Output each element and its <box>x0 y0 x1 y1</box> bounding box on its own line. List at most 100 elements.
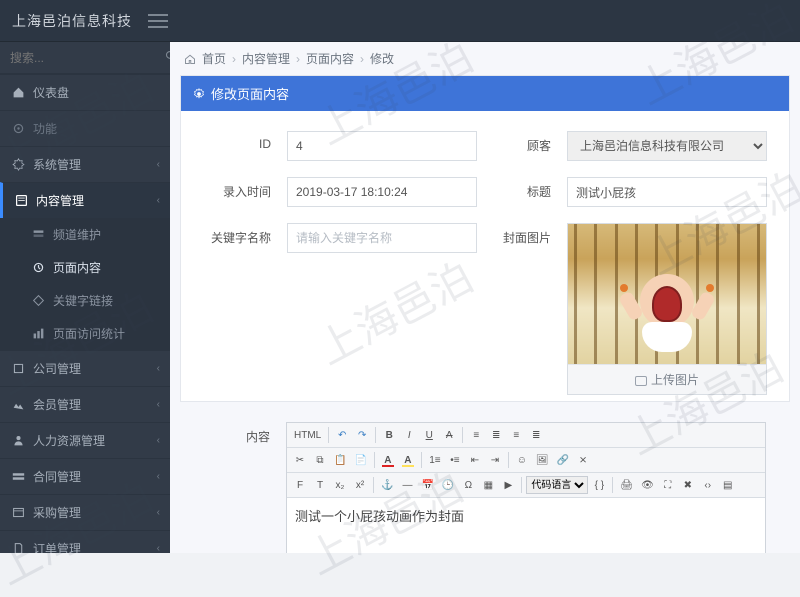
tb-italic[interactable]: I <box>400 426 418 444</box>
tb-preview[interactable]: 👁 <box>638 476 657 494</box>
tb-underline[interactable]: U <box>420 426 438 444</box>
tb-hr[interactable]: — <box>398 476 416 494</box>
tb-char[interactable]: Ω <box>459 476 477 494</box>
tb-copy[interactable]: ⧉ <box>311 451 329 469</box>
tb-html[interactable]: HTML <box>291 426 324 444</box>
tb-codelang[interactable]: 代码语言 <box>526 476 588 494</box>
tb-print[interactable]: 🖨 <box>617 476 636 494</box>
input-time[interactable] <box>287 177 477 207</box>
tb-align-right[interactable]: ≡ <box>507 426 525 444</box>
label-cover: 封面图片 <box>493 223 551 246</box>
tb-image[interactable]: 🖼 <box>533 451 552 469</box>
sidebar-label: 页面访问统计 <box>53 325 125 342</box>
sidebar-subitem-visit[interactable]: 页面访问统计 <box>0 317 170 350</box>
tb-size[interactable]: T <box>311 476 329 494</box>
tb-code[interactable]: { } <box>590 476 608 494</box>
sidebar-label: 页面内容 <box>53 259 101 276</box>
sidebar-item-member[interactable]: 会员管理‹ <box>0 386 170 422</box>
label-id: ID <box>199 131 271 151</box>
sidebar-label: 公司管理 <box>33 360 81 377</box>
tb-date[interactable]: 📅 <box>418 476 436 494</box>
crumb-home[interactable]: 首页 <box>202 50 226 67</box>
tb-sub[interactable]: x₂ <box>331 476 349 494</box>
sidebar-subitem-keyword[interactable]: 关键字链接 <box>0 284 170 317</box>
sidebar-item-features[interactable]: 功能 <box>0 110 170 146</box>
tb-bold[interactable]: B <box>380 426 398 444</box>
label-time: 录入时间 <box>199 177 271 200</box>
chevron-left-icon: ‹ <box>157 543 160 553</box>
input-title[interactable] <box>567 177 767 207</box>
editor-toolbar-2: ✂ ⧉ 📋 📄 A A 1≡ •≡ ⇤ ⇥ ☺ 🖼 🔗 ⨯ <box>287 448 765 473</box>
input-keyword[interactable] <box>287 223 477 253</box>
select-customer[interactable]: 上海邑泊信息科技有限公司 <box>567 131 767 161</box>
tb-backcolor[interactable]: A <box>399 451 417 469</box>
tb-paste[interactable]: 📋 <box>331 451 349 469</box>
tb-font[interactable]: F <box>291 476 309 494</box>
search-input[interactable] <box>10 51 165 65</box>
tb-emoji[interactable]: ☺ <box>513 451 531 469</box>
input-id[interactable] <box>287 131 477 161</box>
tb-table[interactable]: ▦ <box>479 476 497 494</box>
tb-anchor[interactable]: ⚓ <box>378 476 396 494</box>
tb-fullscreen[interactable]: ⛶ <box>659 476 677 494</box>
tb-source[interactable]: ‹› <box>699 476 717 494</box>
crumb-2[interactable]: 页面内容 <box>306 50 354 67</box>
tb-align-left[interactable]: ≡ <box>467 426 485 444</box>
tb-undo[interactable]: ↶ <box>333 426 351 444</box>
upload-button[interactable]: 上传图片 <box>568 364 766 394</box>
sidebar-label: 仪表盘 <box>33 84 69 101</box>
tb-sup[interactable]: x² <box>351 476 369 494</box>
sidebar-label: 功能 <box>33 120 57 137</box>
tb-forecolor[interactable]: A <box>379 451 397 469</box>
tb-indent[interactable]: ⇥ <box>486 451 504 469</box>
editor-toolbar-3: F T x₂ x² ⚓ — 📅 🕒 Ω ▦ ▶ 代码语言 { } 🖨 <box>287 473 765 498</box>
sidebar-subitem-channel[interactable]: 频道维护 <box>0 218 170 251</box>
tb-align-justify[interactable]: ≣ <box>527 426 545 444</box>
editor-textarea[interactable]: 测试一个小屁孩动画作为封面 <box>287 498 765 553</box>
tb-strike[interactable]: A <box>440 426 458 444</box>
sidebar-item-purchase[interactable]: 采购管理‹ <box>0 494 170 530</box>
sidebar-label: 内容管理 <box>36 192 84 209</box>
sidebar-item-contract[interactable]: 合同管理‹ <box>0 458 170 494</box>
chevron-left-icon: ‹ <box>157 363 160 374</box>
tb-media[interactable]: ▶ <box>499 476 517 494</box>
chevron-left-icon: ‹ <box>157 195 160 206</box>
cover-image-box: 上传图片 <box>567 223 767 395</box>
tb-remove-format[interactable]: ✖ <box>679 476 697 494</box>
sidebar-item-company[interactable]: 公司管理 ‹ <box>0 350 170 386</box>
tb-link[interactable]: 🔗 <box>554 451 572 469</box>
sidebar-menu: 仪表盘 功能 系统管理 ‹ 内容管理 ‹ 频道维护 页面内 <box>0 74 170 553</box>
tb-cut[interactable]: ✂ <box>291 451 309 469</box>
sidebar-item-order[interactable]: 订单管理‹ <box>0 530 170 553</box>
tb-template[interactable]: ▤ <box>719 476 737 494</box>
tb-paste-text[interactable]: 📄 <box>351 451 369 469</box>
hamburger-icon[interactable] <box>148 14 168 28</box>
sidebar-label: 人力资源管理 <box>33 432 105 449</box>
tb-align-center[interactable]: ≣ <box>487 426 505 444</box>
sidebar-item-hr[interactable]: 人力资源管理‹ <box>0 422 170 458</box>
crumb-1[interactable]: 内容管理 <box>242 50 290 67</box>
sidebar-subitem-page[interactable]: 页面内容 <box>0 251 170 284</box>
form: ID 顾客 上海邑泊信息科技有限公司 录入时间 标题 关键字名称 封面图片 <box>181 111 789 401</box>
sidebar-label: 系统管理 <box>33 156 81 173</box>
crumb-3: 修改 <box>370 50 394 67</box>
chevron-left-icon: ‹ <box>157 471 160 482</box>
tb-ol[interactable]: 1≡ <box>426 451 444 469</box>
sidebar-search <box>0 42 170 74</box>
label-customer: 顾客 <box>493 131 551 154</box>
edit-panel: 修改页面内容 ID 顾客 上海邑泊信息科技有限公司 录入时间 标题 关键字名称 … <box>180 75 790 402</box>
sidebar-item-system[interactable]: 系统管理 ‹ <box>0 146 170 182</box>
sidebar-item-content[interactable]: 内容管理 ‹ <box>0 182 170 218</box>
tb-time[interactable]: 🕒 <box>439 476 457 494</box>
topbar: 上海邑泊信息科技 <box>0 0 800 42</box>
tb-outdent[interactable]: ⇤ <box>466 451 484 469</box>
label-content: 内容 <box>198 422 270 445</box>
tb-ul[interactable]: •≡ <box>446 451 464 469</box>
home-icon <box>184 53 196 65</box>
chevron-left-icon: ‹ <box>157 399 160 410</box>
sidebar-item-dashboard[interactable]: 仪表盘 <box>0 74 170 110</box>
breadcrumb: 首页› 内容管理› 页面内容› 修改 <box>170 42 800 75</box>
panel-header: 修改页面内容 <box>181 76 789 111</box>
tb-redo[interactable]: ↷ <box>353 426 371 444</box>
tb-unlink[interactable]: ⨯ <box>574 451 592 469</box>
